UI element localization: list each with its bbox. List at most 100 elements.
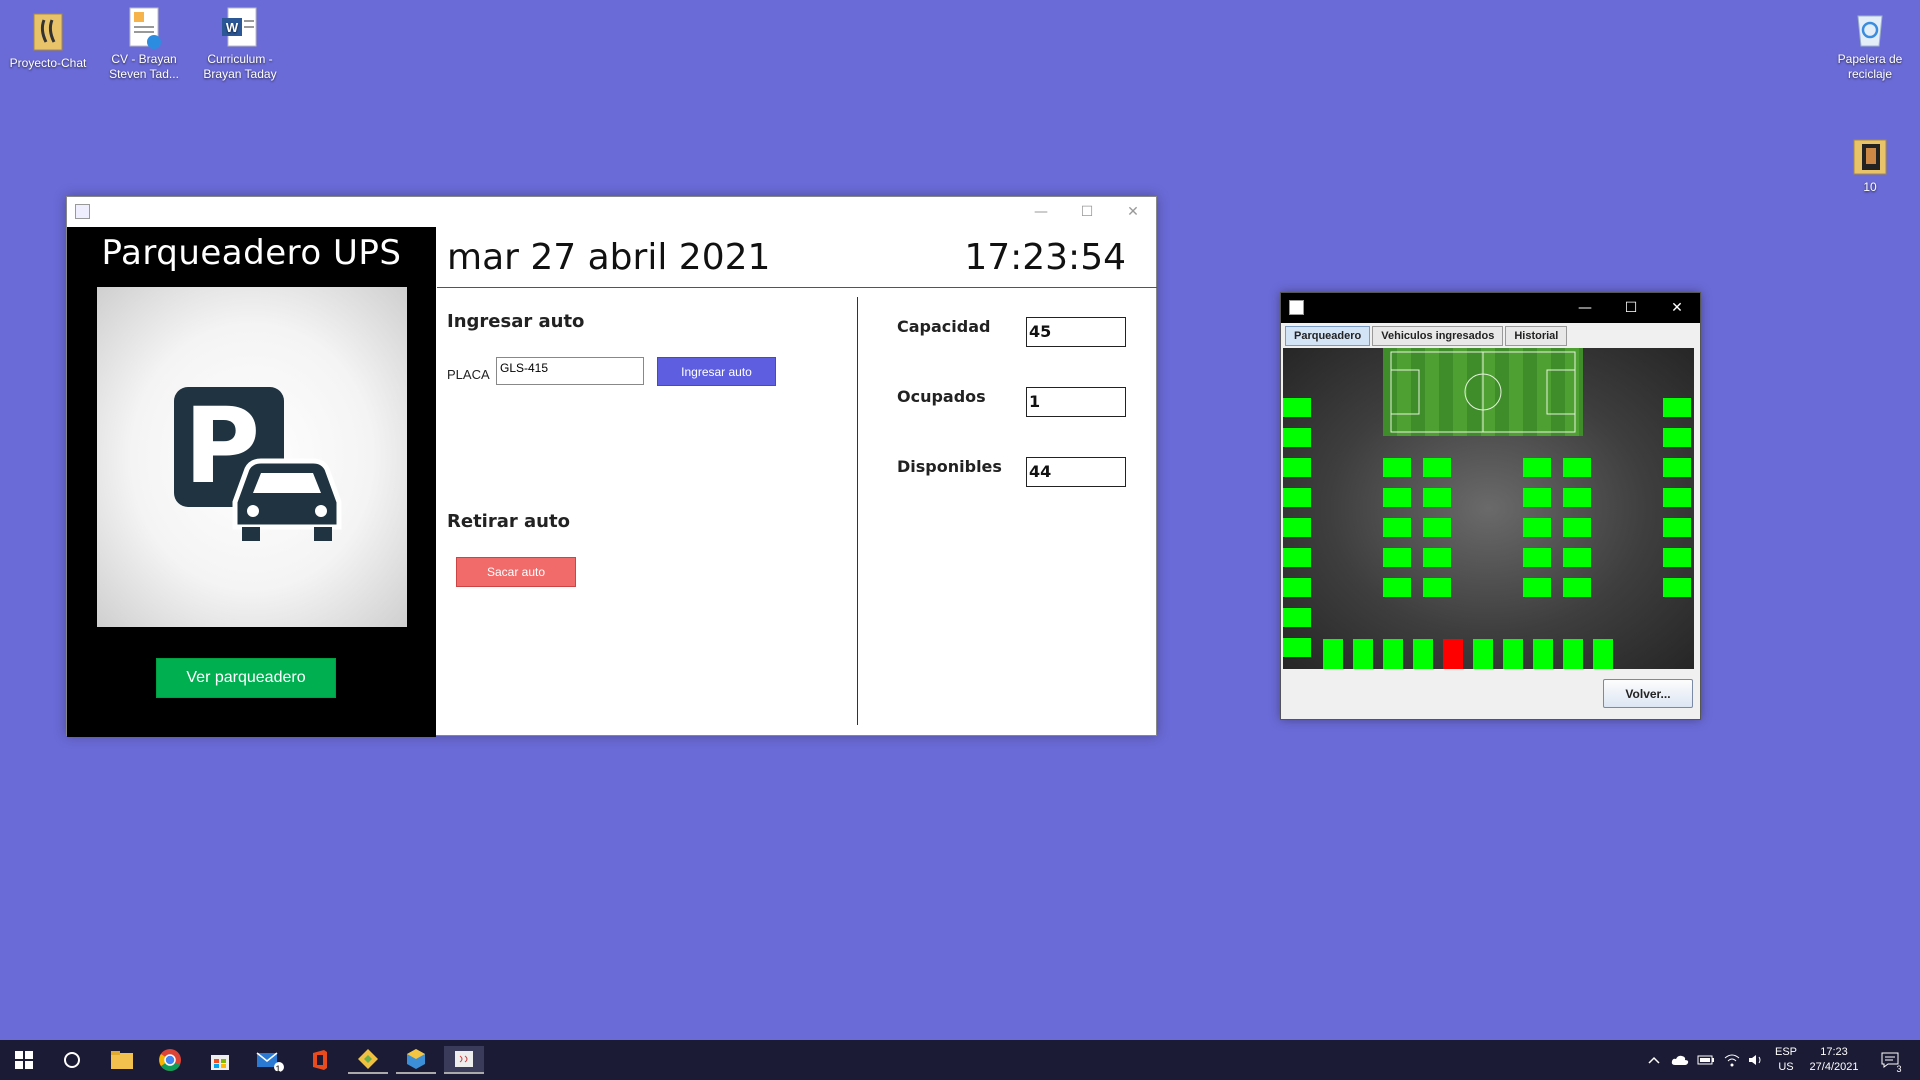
language-indicator[interactable]: ESP US <box>1770 1045 1802 1075</box>
parking-spot-free <box>1663 428 1691 447</box>
tab-parqueadero[interactable]: Parqueadero <box>1285 326 1371 346</box>
parking-spot-free <box>1523 458 1551 477</box>
parking-spot-free <box>1283 488 1311 507</box>
parking-spot-free <box>1423 578 1451 597</box>
close-button[interactable]: ✕ <box>1110 197 1156 227</box>
parking-spot-free <box>1523 548 1551 567</box>
file-explorer-icon[interactable] <box>102 1046 142 1074</box>
capacidad-label: Capacidad <box>897 317 991 336</box>
title-bar[interactable]: — ☐ ✕ <box>1281 293 1700 323</box>
maximize-button[interactable]: ☐ <box>1064 197 1110 227</box>
chevron-up-icon[interactable] <box>1644 1046 1664 1074</box>
parking-spot-free <box>1283 428 1311 447</box>
close-button[interactable]: ✕ <box>1654 293 1700 323</box>
parking-spot-free <box>1563 578 1591 597</box>
divider <box>437 287 1157 288</box>
ocupados-field[interactable]: 1 <box>1026 387 1126 417</box>
parking-spot-free <box>1353 639 1373 669</box>
parking-spot-free <box>1283 608 1311 627</box>
desktop-icon-curriculum[interactable]: W Curriculum - Brayan Taday <box>192 6 288 82</box>
divider <box>857 297 858 725</box>
parking-spot-free <box>1523 488 1551 507</box>
parking-spot-free <box>1563 488 1591 507</box>
tab-historial[interactable]: Historial <box>1505 326 1568 346</box>
date-display: mar 27 abril 2021 <box>447 237 771 278</box>
svg-text:W: W <box>226 20 239 35</box>
git-icon[interactable] <box>348 1046 388 1074</box>
disponibles-label: Disponibles <box>897 457 1002 476</box>
office-icon[interactable] <box>300 1046 340 1074</box>
minimize-button[interactable]: — <box>1562 293 1608 323</box>
maximize-button[interactable]: ☐ <box>1608 293 1654 323</box>
minimize-button[interactable]: — <box>1018 197 1064 227</box>
disponibles-field[interactable]: 44 <box>1026 457 1126 487</box>
desktop-icon-recycle-bin[interactable]: Papelera de reciclaje <box>1822 6 1918 82</box>
mail-icon[interactable] <box>250 1046 290 1074</box>
parking-spot-free <box>1663 458 1691 477</box>
parking-lot-map <box>1283 348 1694 669</box>
folder-icon <box>26 10 70 54</box>
parking-spot-free <box>1283 548 1311 567</box>
clock[interactable]: 17:23 27/4/2021 <box>1804 1045 1864 1075</box>
tab-bar: Parqueadero Vehiculos ingresados Histori… <box>1285 326 1569 346</box>
chrome-icon[interactable] <box>150 1046 190 1074</box>
capacidad-field[interactable]: 45 <box>1026 317 1126 347</box>
search-circle-icon[interactable] <box>52 1046 92 1074</box>
battery-icon[interactable] <box>1694 1046 1718 1074</box>
parking-spot-free <box>1503 639 1523 669</box>
volver-button[interactable]: Volver... <box>1603 679 1693 708</box>
netbeans-icon[interactable] <box>396 1046 436 1074</box>
parking-spot-free <box>1383 518 1411 537</box>
parking-spot-free <box>1593 639 1613 669</box>
title-bar[interactable]: — ☐ ✕ <box>67 197 1156 227</box>
parking-spot-free <box>1523 578 1551 597</box>
desktop-icon-label: Papelera de reciclaje <box>1837 52 1903 81</box>
main-window: — ☐ ✕ Parqueadero UPS P Ver parqueadero … <box>66 196 1157 737</box>
sacar-auto-button[interactable]: Sacar auto <box>456 557 576 587</box>
parking-spot-free <box>1563 639 1583 669</box>
volume-icon[interactable] <box>1744 1046 1768 1074</box>
parking-spot-free <box>1663 578 1691 597</box>
parking-window: — ☐ ✕ Parqueadero Vehiculos ingresados H… <box>1280 292 1701 720</box>
ver-parqueadero-button[interactable]: Ver parqueadero <box>156 658 336 698</box>
parking-logo: P <box>97 287 407 627</box>
desktop-icon-proyecto-chat[interactable]: Proyecto-Chat <box>0 10 96 71</box>
start-windows-icon[interactable] <box>4 1046 44 1074</box>
parking-spot-free <box>1383 548 1411 567</box>
parking-spot-free <box>1563 458 1591 477</box>
java-app-taskbar-icon[interactable] <box>444 1046 484 1074</box>
wifi-icon[interactable] <box>1720 1046 1744 1074</box>
desktop-icon-10[interactable]: 10 <box>1822 134 1918 195</box>
clock-date: 27/4/2021 <box>1809 1061 1859 1073</box>
taskbar: 1 ESP US 17:23 27/4/2021 3 <box>0 1040 1920 1080</box>
parking-spot-free <box>1533 639 1553 669</box>
onedrive-cloud-icon[interactable] <box>1668 1046 1692 1074</box>
word-document-icon: W <box>218 6 262 50</box>
language-code: ESP <box>1774 1046 1797 1058</box>
parking-spot-free <box>1663 488 1691 507</box>
parking-spot-free <box>1383 639 1403 669</box>
placa-input[interactable]: GLS-415 <box>496 357 644 385</box>
pdf-document-icon <box>122 6 166 50</box>
sidebar-panel: Parqueadero UPS P Ver parqueadero <box>67 227 436 737</box>
parking-spot-free <box>1663 398 1691 417</box>
tab-vehiculos-ingresados[interactable]: Vehiculos ingresados <box>1372 326 1504 346</box>
desktop-icon-label: CV - Brayan Steven Tad... <box>109 52 179 81</box>
parking-spot-free <box>1663 518 1691 537</box>
parking-spot-free <box>1283 638 1311 657</box>
time-display: 17:23:54 <box>964 237 1126 278</box>
java-app-icon <box>1289 300 1304 315</box>
brand-title: Parqueadero UPS <box>101 233 402 273</box>
parking-spot-occupied <box>1443 639 1463 669</box>
parking-spot-free <box>1323 639 1343 669</box>
desktop-icon-cv[interactable]: CV - Brayan Steven Tad... <box>96 6 192 82</box>
parking-car-icon: P <box>174 385 342 541</box>
desktop-icon-label: Curriculum - Brayan Taday <box>203 52 277 81</box>
parking-spot-free <box>1663 548 1691 567</box>
parking-spot-free <box>1283 518 1311 537</box>
store-icon[interactable] <box>200 1046 240 1074</box>
folder-icon <box>1848 134 1892 178</box>
keyboard-layout: US <box>1778 1061 1794 1073</box>
desktop-icon-label: Proyecto-Chat <box>9 56 87 70</box>
ingresar-auto-button[interactable]: Ingresar auto <box>657 357 776 386</box>
